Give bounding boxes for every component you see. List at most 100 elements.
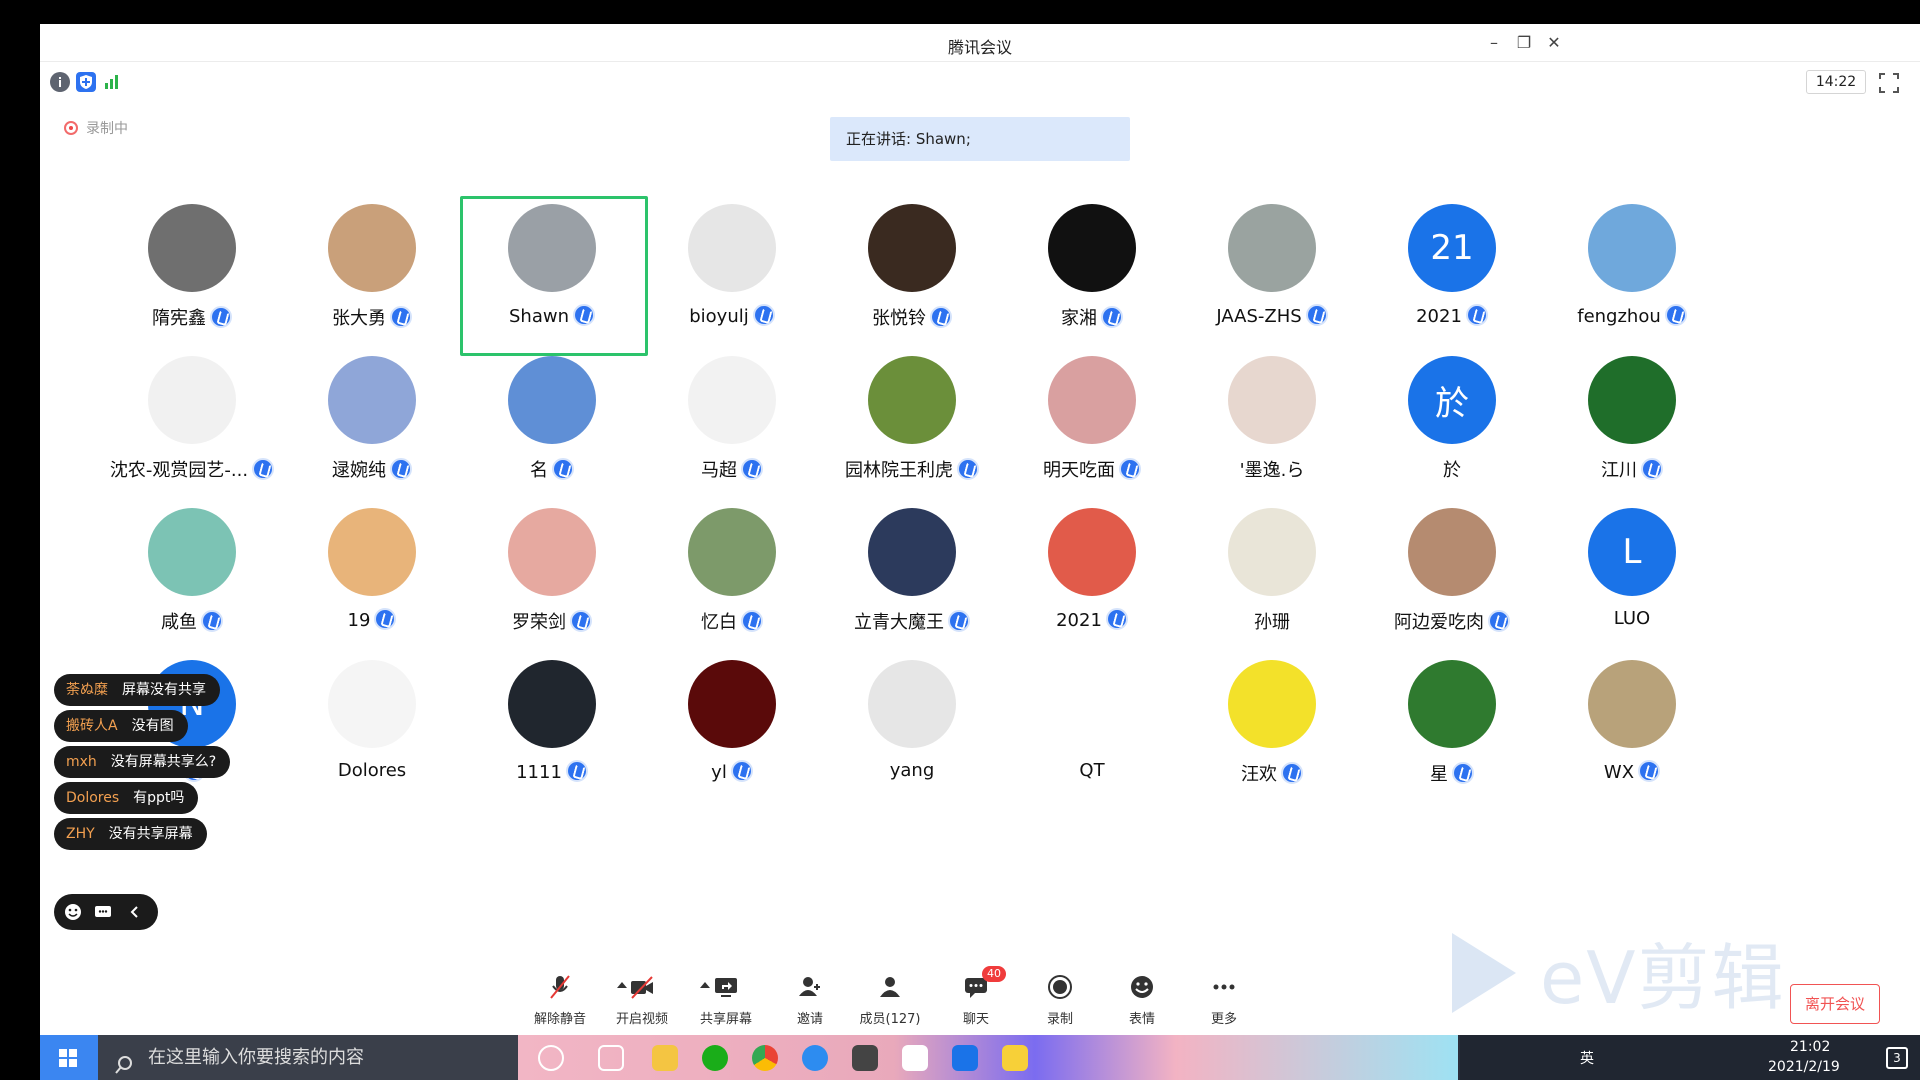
chat-bubble-icon[interactable]: [94, 903, 112, 921]
participant-tile[interactable]: 阿边爱吃肉: [1362, 508, 1542, 658]
status-row: 14:22: [40, 62, 1920, 100]
tencent-meeting-icon[interactable]: [952, 1045, 978, 1071]
chat-text: 没有屏幕共享么?: [110, 754, 217, 770]
participant-tile[interactable]: 园林院王利虎: [822, 356, 1002, 506]
task-view-icon[interactable]: [598, 1045, 624, 1071]
restore-button[interactable]: ❐: [1510, 31, 1538, 55]
start-button[interactable]: [40, 1035, 98, 1080]
participant-tile[interactable]: 马超: [642, 356, 822, 506]
more-button[interactable]: 更多: [1184, 968, 1264, 1030]
mic-icon: [741, 458, 763, 480]
app-icon[interactable]: [852, 1045, 878, 1071]
ime-indicator[interactable]: 英: [1580, 1048, 1594, 1068]
info-icon[interactable]: [50, 72, 70, 92]
participant-tile[interactable]: 於於: [1362, 356, 1542, 506]
toolbar-label: 聊天: [962, 1012, 989, 1027]
participant-tile[interactable]: yang: [822, 660, 1002, 810]
browser-icon[interactable]: [802, 1045, 828, 1071]
chat-message[interactable]: ZHY 没有共享屏幕: [54, 818, 207, 850]
participant-name: 立青大魔王: [822, 608, 1002, 634]
tray-date[interactable]: 2021/2/19: [1768, 1059, 1840, 1075]
participant-tile[interactable]: '墨逸.ら: [1182, 356, 1362, 506]
chat-message[interactable]: Dolores 有ppt吗: [54, 782, 199, 814]
participant-tile[interactable]: 逯婉纯: [282, 356, 462, 506]
invite-button[interactable]: 邀请: [770, 968, 850, 1030]
audio-options-caret[interactable]: [617, 982, 627, 988]
toolbar-label: 更多: [1210, 1012, 1237, 1027]
avatar: [1048, 660, 1136, 748]
participant-tile[interactable]: 1111: [462, 660, 642, 810]
participant-tile[interactable]: fengzhou: [1542, 204, 1722, 354]
close-button[interactable]: ✕: [1540, 31, 1568, 55]
chat-button[interactable]: 40 聊天: [936, 966, 1016, 1030]
fullscreen-icon[interactable]: [1878, 72, 1900, 94]
avatar: [1048, 204, 1136, 292]
avatar: [508, 356, 596, 444]
participant-tile[interactable]: 明天吃面: [1002, 356, 1182, 506]
leave-meeting-button[interactable]: 离开会议: [1790, 984, 1880, 1024]
mic-muted-button[interactable]: 解除静音: [520, 968, 600, 1030]
mic-icon: [1105, 608, 1128, 630]
video-off-button[interactable]: 开启视频: [602, 968, 682, 1030]
members-button[interactable]: 成员(127): [850, 968, 930, 1030]
participant-tile[interactable]: yl: [642, 660, 822, 810]
participant-tile[interactable]: 19: [282, 508, 462, 658]
participant-name: 星: [1362, 760, 1542, 786]
participant-tile[interactable]: 隋宪鑫: [102, 204, 282, 354]
participant-tile[interactable]: 张大勇: [282, 204, 462, 354]
tray-time[interactable]: 21:02: [1790, 1039, 1830, 1055]
chat-tools[interactable]: [54, 894, 158, 930]
chat-message[interactable]: 荼ぬ糜 屏幕没有共享: [54, 674, 220, 706]
participant-tile[interactable]: 21 2021: [1362, 204, 1542, 354]
emoji-icon[interactable]: [64, 903, 82, 921]
participant-tile[interactable]: 咸鱼: [102, 508, 282, 658]
avatar: [1588, 660, 1676, 748]
video-options-caret[interactable]: [700, 982, 710, 988]
app-icon[interactable]: [902, 1045, 928, 1071]
participant-tile[interactable]: 汪欢: [1182, 660, 1362, 810]
share-screen-button[interactable]: 共享屏幕: [686, 968, 766, 1030]
participant-name: '墨逸.ら: [1239, 460, 1305, 481]
avatar: [688, 204, 776, 292]
participant-tile[interactable]: QT: [1002, 660, 1182, 810]
sticky-notes-icon[interactable]: [1002, 1045, 1028, 1071]
avatar: [1228, 204, 1316, 292]
shield-icon[interactable]: [76, 72, 96, 92]
participant-tile[interactable]: 星: [1362, 660, 1542, 810]
file-explorer-icon[interactable]: [652, 1045, 678, 1071]
notifications-icon[interactable]: 3: [1886, 1047, 1908, 1069]
participant-tile[interactable]: 立青大魔王: [822, 508, 1002, 658]
participant-tile[interactable]: L LUO: [1542, 508, 1722, 658]
participant-tile[interactable]: 罗荣剑: [462, 508, 642, 658]
participant-tile[interactable]: bioyulj: [642, 204, 822, 354]
participant-tile[interactable]: Dolores: [282, 660, 462, 810]
participant-tile[interactable]: Shawn: [460, 196, 648, 356]
chat-message[interactable]: mxh 没有屏幕共享么?: [54, 746, 231, 778]
wechat-icon[interactable]: [702, 1045, 728, 1071]
participant-tile[interactable]: 2021: [1002, 508, 1182, 658]
participant-tile[interactable]: 名: [462, 356, 642, 506]
participant-tile[interactable]: 忆白: [642, 508, 822, 658]
participant-name: 明天吃面: [1002, 456, 1182, 482]
pinned-apps: [518, 1035, 1458, 1080]
chrome-icon[interactable]: [752, 1045, 778, 1071]
collapse-chevron-icon[interactable]: [126, 903, 144, 921]
participant-tile[interactable]: 沈农-观赏园艺-...: [102, 356, 282, 506]
participant-tile[interactable]: 家湘: [1002, 204, 1182, 354]
participant-tile[interactable]: 张悦铃: [822, 204, 1002, 354]
participant-tile[interactable]: JAAS-ZHS: [1182, 204, 1362, 354]
recording-label: 录制中: [86, 121, 128, 137]
participant-tile[interactable]: 孙珊: [1182, 508, 1362, 658]
taskbar-search[interactable]: 在这里输入你要搜索的内容: [98, 1035, 518, 1080]
record-button[interactable]: 录制: [1020, 968, 1100, 1030]
participant-name: LUO: [1613, 608, 1651, 629]
emoji-button[interactable]: 表情: [1102, 968, 1182, 1030]
signal-icon[interactable]: [102, 72, 122, 92]
participant-tile[interactable]: WX: [1542, 660, 1722, 810]
minimize-button[interactable]: –: [1480, 31, 1508, 55]
mic-icon: [1119, 458, 1141, 480]
participant-name: yl: [642, 760, 822, 783]
chat-message[interactable]: 搬砖人A 没有图: [54, 710, 188, 742]
participant-tile[interactable]: 江川: [1542, 356, 1722, 506]
cortana-icon[interactable]: [538, 1045, 564, 1071]
